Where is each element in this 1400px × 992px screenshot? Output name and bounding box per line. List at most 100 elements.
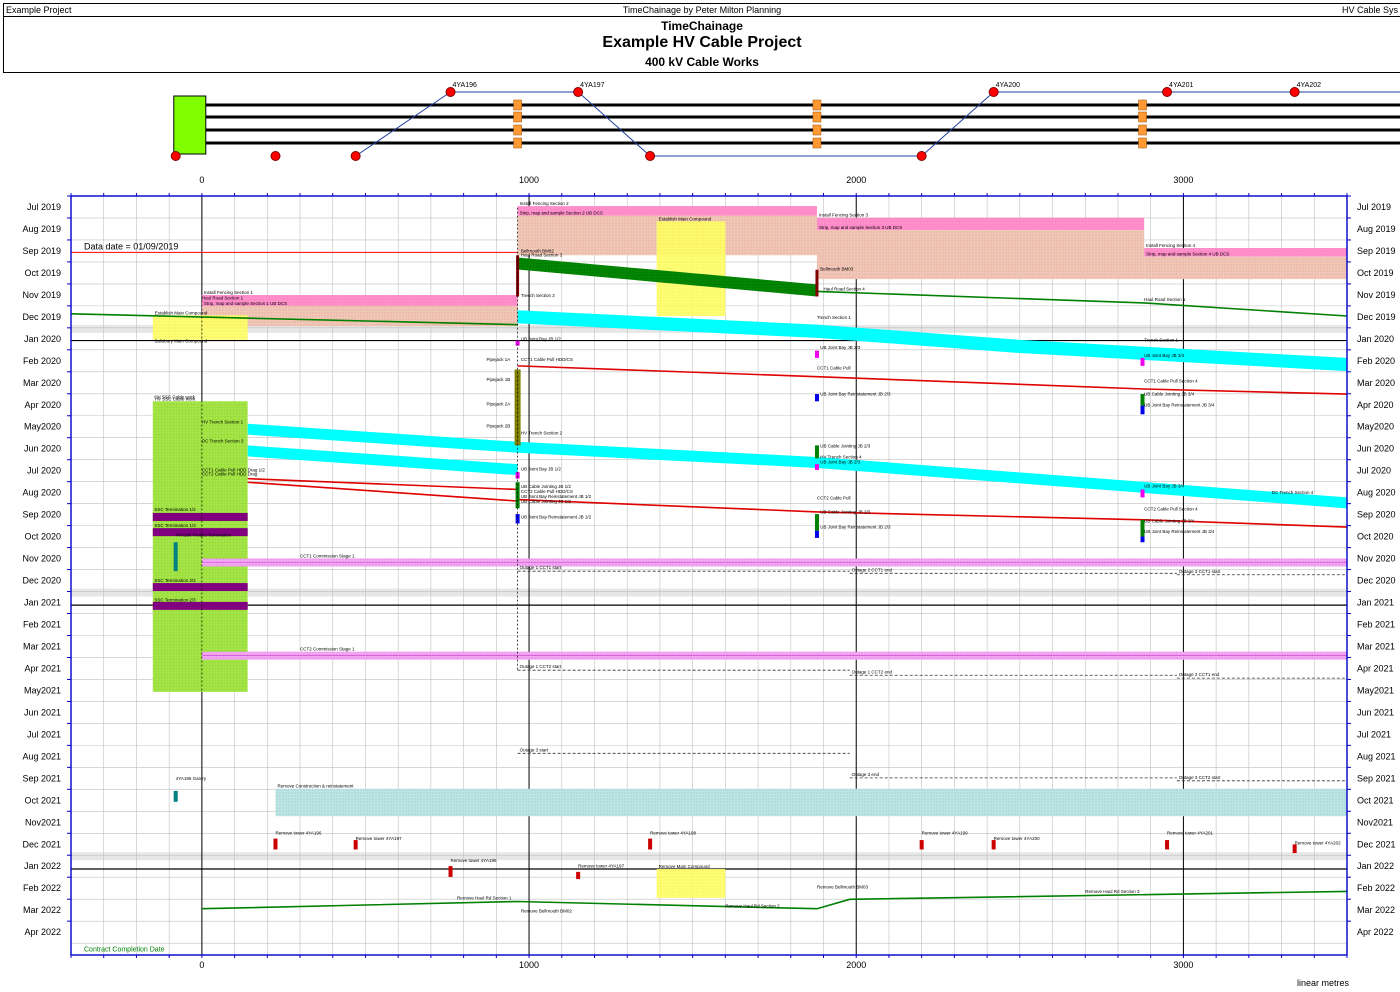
- task-label: UB Joint Bay Reinstatement JB 3/4: [1144, 529, 1215, 534]
- task-label: UB Joint Bay JB 1/2: [521, 467, 562, 472]
- y-tick-label-right: Mar 2021: [1357, 641, 1395, 651]
- joint-bay-marker: [1138, 99, 1147, 111]
- termination-bar: [152, 512, 248, 521]
- y-tick-label-right: Feb 2020: [1357, 356, 1395, 366]
- task-label: HV Trench Section 2: [521, 431, 563, 436]
- y-tick-label-left: Mar 2020: [23, 378, 61, 388]
- y-tick-label-right: Aug 2021: [1357, 751, 1396, 761]
- task-label: UB Cable Jointing JB 2/3: [820, 509, 871, 514]
- joint-bay-marker: [513, 137, 522, 149]
- y-tick-label-right: Mar 2020: [1357, 378, 1395, 388]
- task-label: Remove tower 4YA196: [275, 830, 321, 835]
- y-tick-label-left: Dec 2021: [22, 839, 61, 849]
- tower-label: 4YA201: [1169, 82, 1193, 89]
- activity-bar: [814, 394, 819, 402]
- outage-label: Outage 1 CCT2 end: [852, 669, 893, 674]
- task-label: Remove tower 4YA200: [994, 836, 1040, 841]
- task-label: Haul Road Section 1: [1144, 297, 1186, 302]
- x-tick-label: 0: [199, 960, 204, 970]
- x-tick-label: 3000: [1173, 960, 1193, 970]
- task-label: Remove Haul Rd Section 3: [1085, 889, 1140, 894]
- substation-block: [173, 95, 207, 155]
- compound-label: Remove Main Compound: [659, 864, 711, 869]
- termination-bar: [152, 601, 248, 610]
- task-label: SSC Termination 1/3: [154, 523, 196, 528]
- activity-bar: [173, 790, 178, 802]
- y-tick-label-right: Sep 2021: [1357, 773, 1396, 783]
- tower-label: 4YA197: [580, 82, 604, 89]
- joint-bay-marker: [812, 137, 822, 149]
- task-label: 4YA196 Protect Termination: [176, 532, 232, 537]
- task-label: Remove tower 4YA201: [1167, 830, 1213, 835]
- joint-bay-marker: [812, 99, 822, 111]
- overhead-line: [921, 91, 994, 157]
- y-tick-label-left: Aug 2021: [22, 751, 61, 761]
- task-label: Pipejack 2B: [487, 423, 511, 428]
- y-tick-label-right: Apr 2022: [1357, 927, 1394, 937]
- task-label: Remove tower 4YA196: [451, 858, 497, 863]
- activity-bar: [814, 530, 819, 538]
- outage-label: Outage 1 CCT2 start: [520, 664, 562, 669]
- strip-label: Strip, map and sample Section 1 UB DCS: [204, 301, 287, 306]
- task-label: UB Cable Jointing JB 1/2: [521, 499, 572, 504]
- x-tick-label: 3000: [1173, 175, 1193, 185]
- y-tick-label-right: Dec 2019: [1357, 312, 1396, 322]
- data-date-label: Data date = 01/09/2019: [84, 241, 178, 251]
- y-tick-label-right: Dec 2021: [1357, 839, 1396, 849]
- reinstate-label: Remove Construction & reinstatement: [277, 784, 354, 789]
- y-tick-label-left: Jan 2022: [24, 861, 61, 871]
- outage-label: Outage 2 CCT1 end: [1179, 672, 1220, 677]
- y-tick-label-left: Nov2021: [25, 817, 61, 827]
- y-tick-label-left: Aug 2019: [22, 224, 61, 234]
- task-label: UB Cable Jointing JB 3/4: [1144, 519, 1195, 524]
- task-label: CCT2 Cable Pull Section 4: [1144, 506, 1198, 511]
- y-tick-label-left: Apr 2020: [24, 400, 61, 410]
- activity-bar: [814, 350, 819, 358]
- x-tick-label: 2000: [846, 960, 866, 970]
- activity-bar: [576, 871, 581, 880]
- task-label: 4YA196 Gantry: [176, 776, 207, 781]
- commission-label: CCT2 Commission Stage 1: [300, 647, 355, 652]
- y-tick-label-left: Sep 2019: [22, 246, 61, 256]
- completion-label: Contract Completion Date: [84, 946, 165, 953]
- y-tick-label-right: Oct 2020: [1357, 532, 1394, 542]
- x-tick-label: 1000: [519, 960, 539, 970]
- y-tick-label-left: Jul 2019: [27, 202, 61, 212]
- y-tick-label-left: Jun 2021: [24, 707, 61, 717]
- task-label: Trench Section 2: [521, 293, 555, 298]
- task-label: HV Trench Section 1: [202, 420, 244, 425]
- outage-label: Outage 1 CCT1 start: [520, 565, 562, 570]
- y-tick-label-left: Jan 2020: [24, 334, 61, 344]
- y-tick-label-left: Dec 2020: [22, 576, 61, 586]
- activity-bar: [991, 840, 996, 850]
- fence-label: Install Fencing Section 1: [204, 290, 254, 295]
- joint-bay-marker: [513, 99, 522, 111]
- commission-label: CCT1 Commission Stage 1: [300, 553, 355, 558]
- task-label: UB Joint Bay Reinstatement JB 3/4: [1144, 402, 1215, 407]
- overhead-line: [577, 91, 651, 157]
- task-label: Remove Haul Rd Section 2: [725, 903, 780, 908]
- task-label: SSC Termination 1/2: [154, 507, 196, 512]
- y-tick-label-right: Jul 2019: [1357, 202, 1391, 212]
- y-tick-label-left: Sep 2021: [22, 773, 61, 783]
- y-tick-label-left: Oct 2020: [24, 532, 61, 542]
- activity-bar: [353, 840, 358, 850]
- task-label: Trench Section 1: [1144, 337, 1178, 342]
- task-label: Remove tower 4YA202: [1295, 840, 1341, 845]
- activity-bar: [1292, 844, 1297, 854]
- tower-label: 4YA200: [996, 82, 1020, 89]
- task-label: CCT2 Cable Pull HDD Drag: [202, 472, 258, 477]
- task-label: Haul Road Section 3: [521, 253, 563, 258]
- task-label: Haul Road Section 4: [824, 287, 866, 292]
- y-tick-label-right: Apr 2020: [1357, 400, 1394, 410]
- y-tick-label-right: Nov2021: [1357, 817, 1393, 827]
- tower-marker: [270, 151, 281, 161]
- overhead-line: [355, 91, 451, 157]
- task-label: UB Cable Jointing JB 2/3: [820, 444, 871, 449]
- joint-bay-marker: [812, 111, 822, 123]
- task-label: CCT1 Cable Pull Section 4: [1144, 378, 1198, 383]
- y-tick-label-left: Oct 2019: [24, 268, 61, 278]
- activity-bar: [648, 838, 653, 850]
- x-axis-unit-label: linear metres: [1297, 978, 1350, 988]
- task-label: CCT1 Cable Pull HDD/CS: [521, 357, 573, 362]
